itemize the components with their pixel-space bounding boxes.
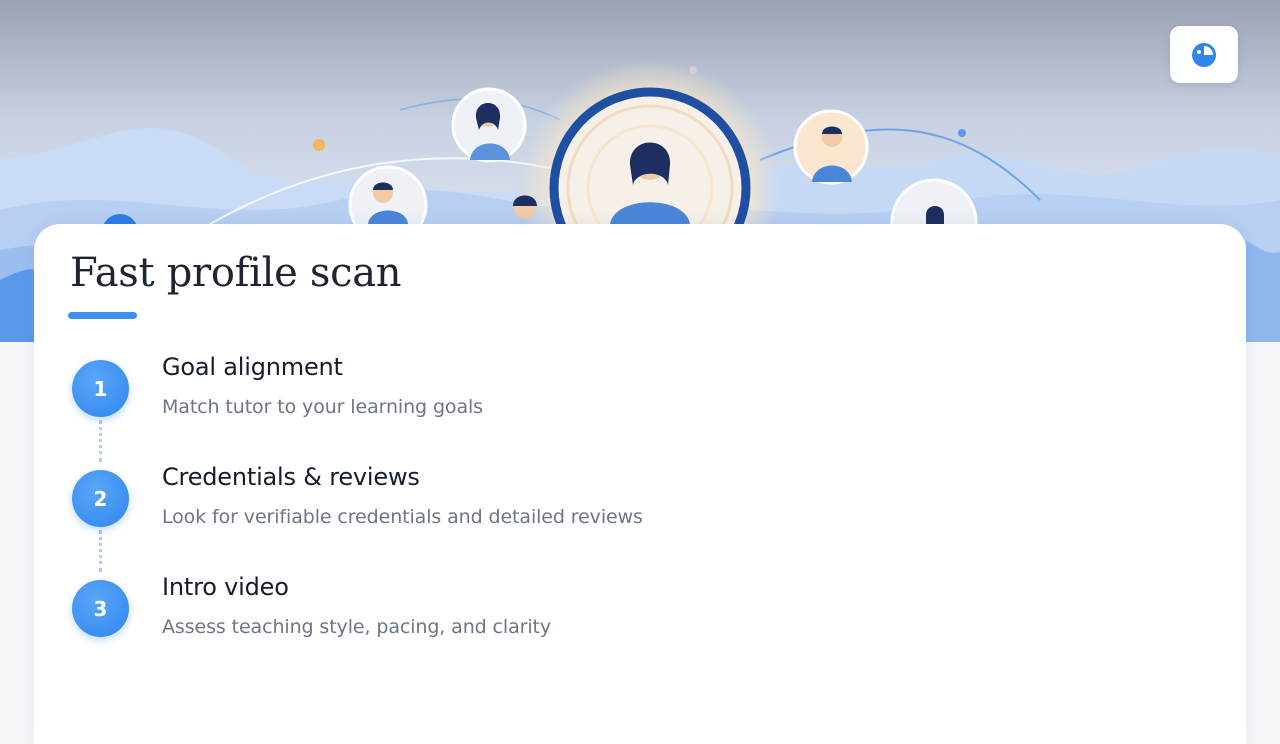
step-number-badge: 1 [72,360,129,417]
logo-button[interactable] [1170,26,1238,83]
step-title: Goal alignment [162,353,343,381]
step-title: Intro video [162,573,289,601]
step-connector [99,420,102,462]
step-number-badge: 3 [72,580,129,637]
step-description: Look for verifiable credentials and deta… [162,506,643,528]
page-title: Fast profile scan [70,250,402,296]
step-number-badge: 2 [72,470,129,527]
step-title: Credentials & reviews [162,463,420,491]
step-connector [99,530,102,572]
step-description: Match tutor to your learning goals [162,396,483,418]
title-underline [68,312,137,319]
content-card: Fast profile scan 1 Goal alignment Match… [34,224,1246,744]
step-description: Assess teaching style, pacing, and clari… [162,616,552,638]
chat-bubble-logo-icon [1192,42,1216,67]
